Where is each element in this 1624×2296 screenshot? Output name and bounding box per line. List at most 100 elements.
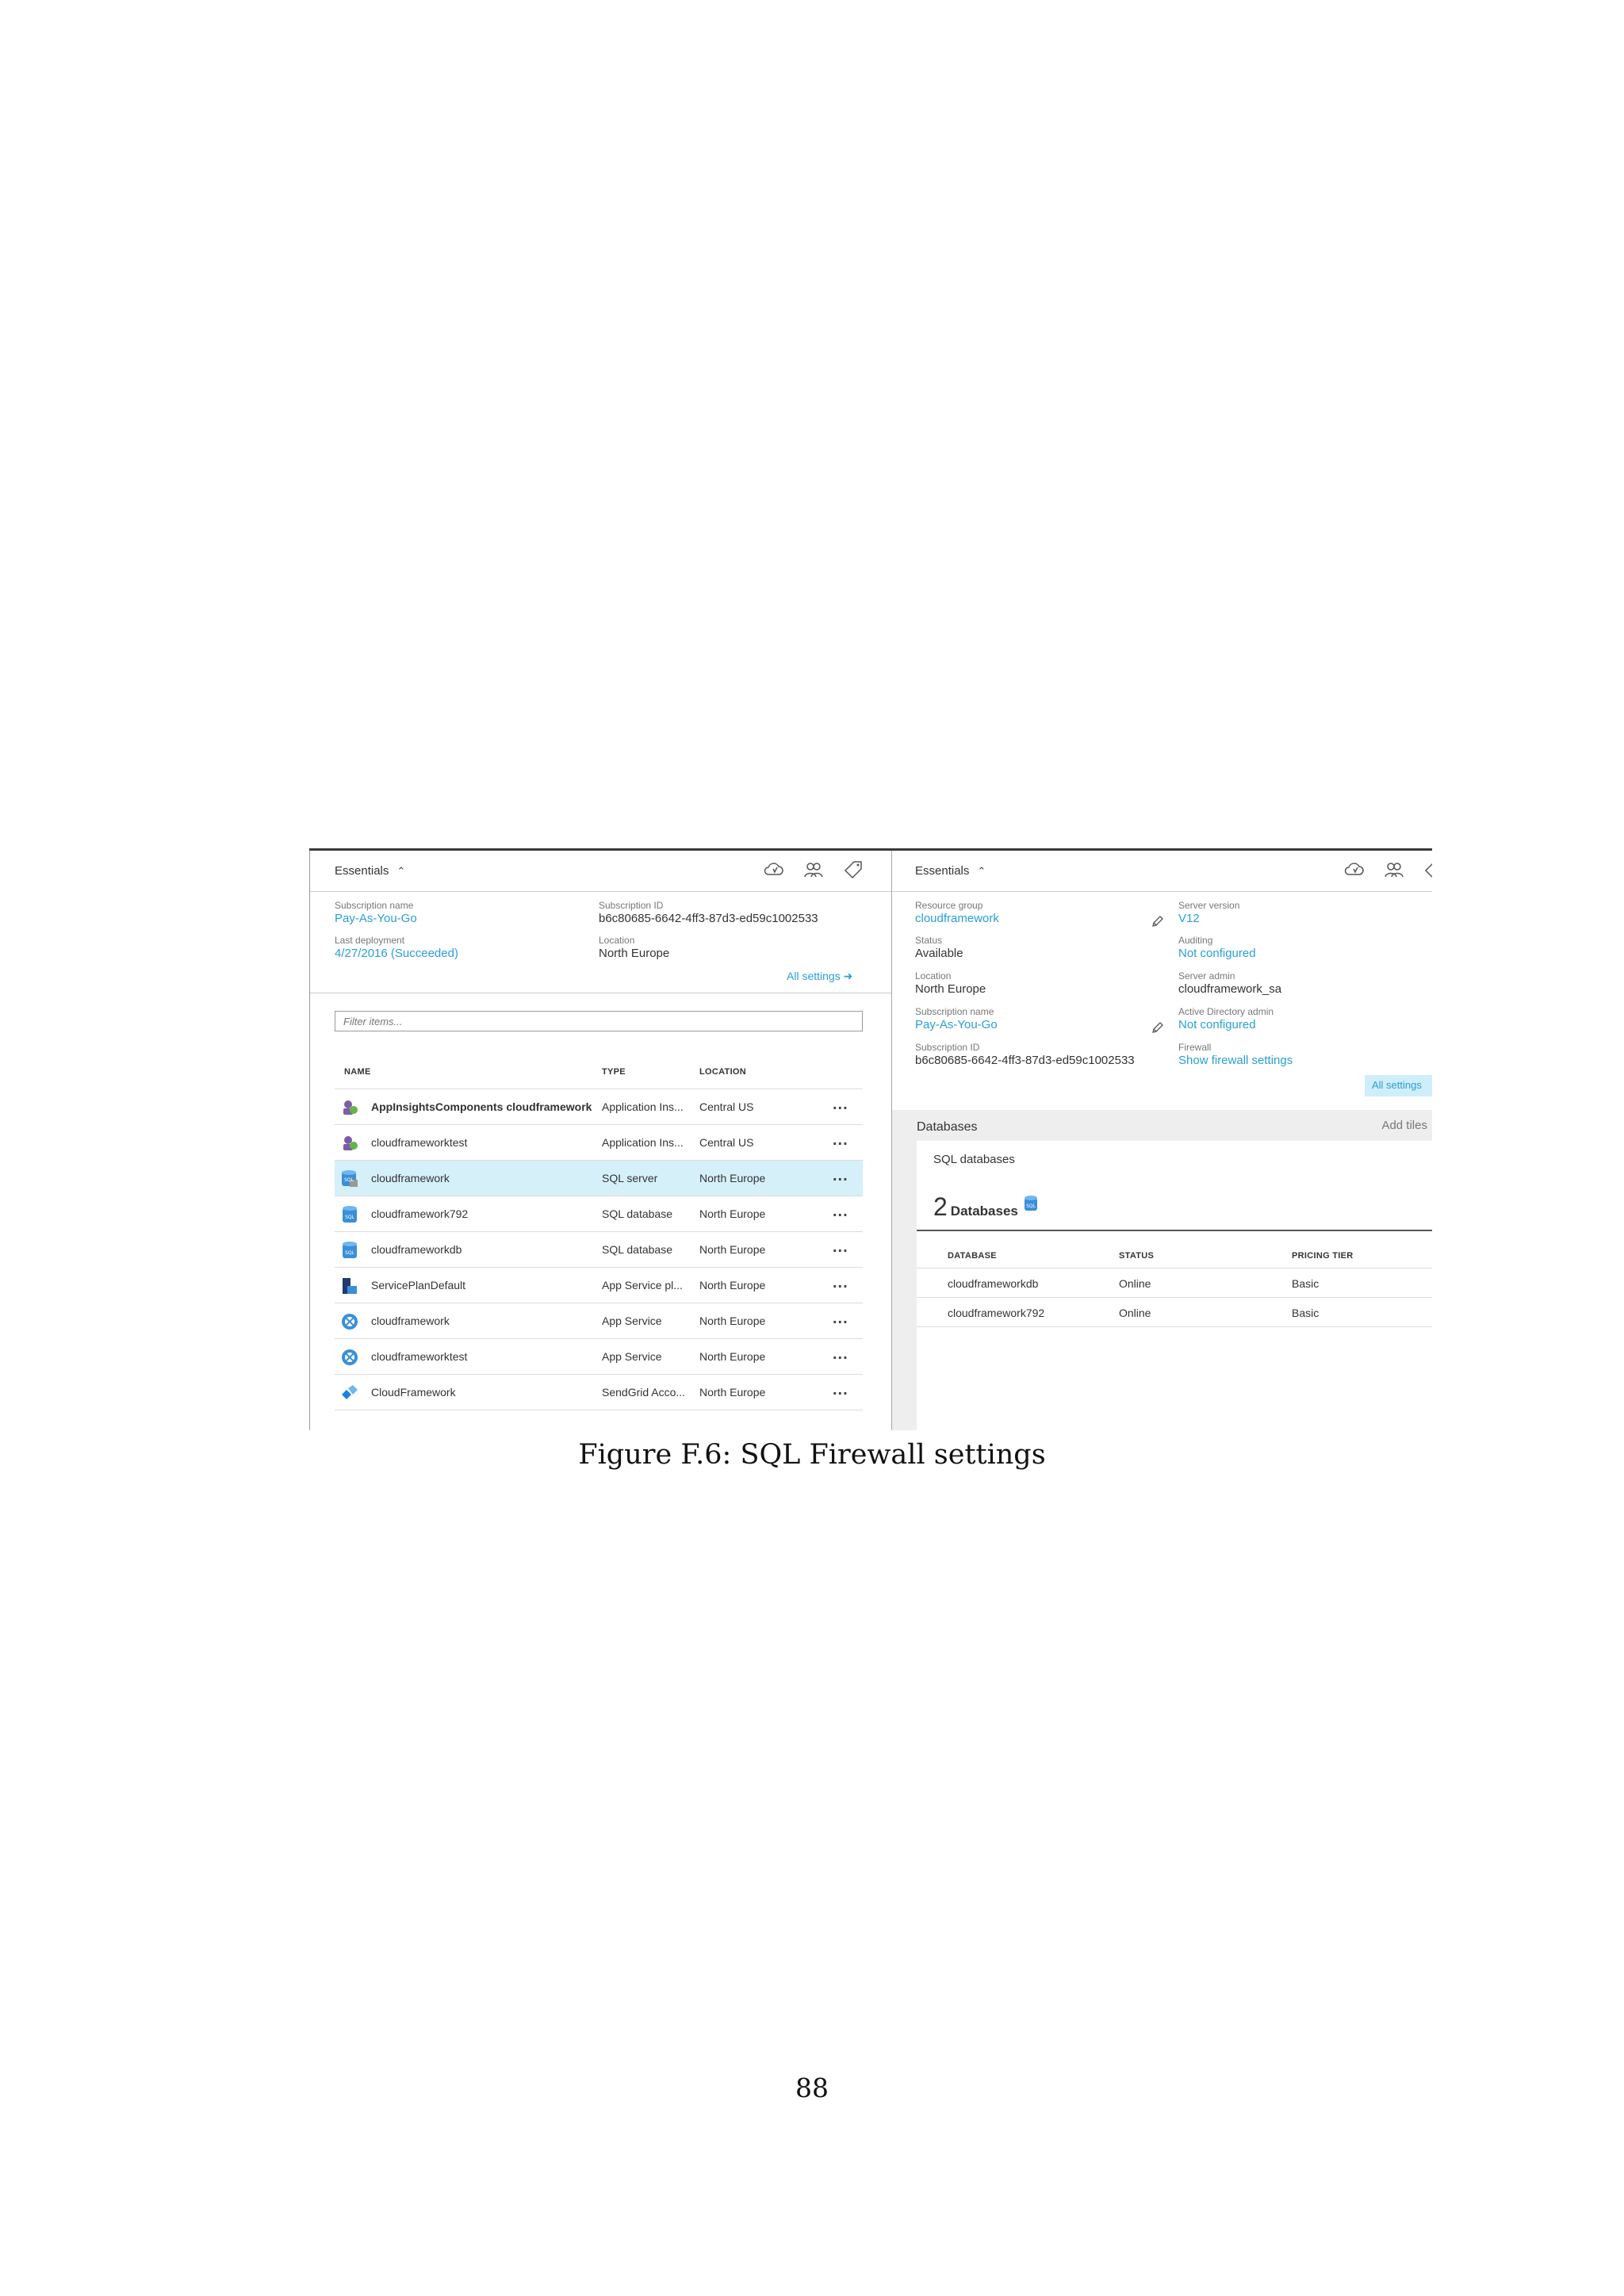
essentials-label: Essentials [335,864,389,878]
server-version-link[interactable]: V12 [1178,912,1200,925]
row-name[interactable]: AppInsightsComponents cloudframework [371,1100,592,1113]
table-row[interactable]: cloudframework App Service North Europe... [335,1303,863,1338]
row-location: Central US [699,1100,754,1113]
row-name[interactable]: cloudframeworktest [371,1136,467,1149]
table-row[interactable]: AppInsightsComponents cloudframework Appl… [335,1089,863,1124]
show-firewall-settings-link[interactable]: Show firewall settings [1178,1054,1293,1067]
app-insights-icon [340,1134,359,1153]
last-deployment-link[interactable]: 4/27/2016 (Succeeded) [335,947,458,960]
essentials-title[interactable]: Essentials ⌃ [915,864,986,878]
table-row[interactable]: ServicePlanDefault App Service pl... North… [335,1267,863,1303]
more-options-button[interactable]: ... [833,1167,848,1185]
sql-databases-tile[interactable]: SQL databases 2 Databases SQL DATABASE STA… [917,1141,1432,1430]
column-header-type[interactable]: TYPE [602,1067,626,1077]
essentials-header[interactable]: Essentials ⌃ [892,851,1432,892]
subscription-name-link[interactable]: Pay-As-You-Go [335,912,417,925]
users-icon[interactable] [1383,859,1405,881]
row-name[interactable]: cloudframework792 [371,1207,468,1220]
users-icon[interactable] [802,859,825,881]
row-location: North Europe [699,1207,766,1220]
column-header-database[interactable]: DATABASE [948,1251,997,1261]
location-label: Location [599,935,635,946]
row-type: SQL server [602,1172,658,1184]
essentials-title[interactable]: Essentials ⌃ [335,864,405,878]
table-row[interactable]: SQL cloudframeworkdb SQL database North Eur… [335,1231,863,1267]
row-type: App Service [602,1314,662,1327]
row-name[interactable]: cloudframeworktest [371,1350,467,1363]
row-location: North Europe [699,1386,766,1399]
auditing-label: Auditing [1178,935,1213,946]
subscription-id-value: b6c80685-6642-4ff3-87d3-ed59c1002533 [599,912,818,925]
app-service-plan-icon [340,1276,359,1295]
ad-admin-label: Active Directory admin [1178,1006,1274,1017]
cloud-deploy-icon[interactable] [1343,859,1365,881]
table-top-border [917,1230,1432,1231]
auditing-link[interactable]: Not configured [1178,947,1256,960]
database-status: Online [1119,1277,1151,1290]
table-row[interactable]: SQL cloudframework792 SQL database North Eu… [335,1196,863,1231]
row-name[interactable]: ServicePlanDefault [371,1279,465,1292]
tag-icon[interactable] [1423,859,1432,881]
table-row[interactable]: cloudframework792 Online Basic [917,1298,1432,1327]
arrow-right-icon: ➜ [843,970,853,982]
sql-database-icon: SQL [340,1241,359,1260]
pencil-icon[interactable] [1151,1020,1165,1035]
table-row[interactable]: SQL cloudframework SQL server North Europe.… [335,1160,863,1196]
row-location: North Europe [699,1243,766,1256]
all-settings-link[interactable]: All settings ➜ [787,970,852,983]
table-row[interactable]: cloudframeworktest App Service North Europ… [335,1338,863,1374]
svg-text:SQL: SQL [344,1177,354,1183]
table-row[interactable]: CloudFramework SendGrid Acco... North Euro… [335,1374,863,1410]
pencil-icon[interactable] [1151,914,1165,928]
more-options-button[interactable]: ... [833,1381,848,1399]
row-location: North Europe [699,1350,766,1363]
row-divider [917,1326,1432,1327]
server-admin-label: Server admin [1178,970,1235,982]
column-header-location[interactable]: LOCATION [699,1067,746,1077]
essentials-header[interactable]: Essentials ⌃ [310,851,891,892]
sql-database-icon: SQL [1024,1196,1037,1211]
more-options-button[interactable]: ... [833,1096,848,1114]
add-tiles-link[interactable]: Add tiles [1381,1119,1427,1132]
row-name[interactable]: cloudframeworkdb [371,1243,462,1256]
resource-group-label: Resource group [915,900,983,911]
more-options-button[interactable]: ... [833,1131,848,1150]
table-row[interactable]: cloudframeworktest Application Ins... Cent… [335,1124,863,1160]
tag-icon[interactable] [842,859,864,881]
database-status: Online [1119,1307,1151,1319]
resource-group-link[interactable]: cloudframework [915,912,999,925]
all-settings-button[interactable]: All settings [1365,1075,1432,1096]
database-count: 2 Databases SQL [933,1192,1039,1222]
subscription-name-link[interactable]: Pay-As-You-Go [915,1018,998,1031]
row-name[interactable]: CloudFramework [371,1386,456,1399]
cloud-deploy-icon[interactable] [763,859,785,881]
more-options-button[interactable]: ... [833,1274,848,1292]
column-header-name[interactable]: NAME [344,1067,371,1077]
app-service-icon [340,1312,359,1331]
column-header-status[interactable]: STATUS [1119,1251,1154,1261]
row-type: Application Ins... [602,1136,684,1149]
database-pricing-tier: Basic [1292,1277,1320,1290]
server-version-label: Server version [1178,900,1240,911]
more-options-button[interactable]: ... [833,1345,848,1364]
table-row[interactable]: cloudframeworkdb Online Basic [917,1269,1432,1298]
filter-input[interactable] [335,1011,863,1031]
row-type: Application Ins... [602,1100,684,1113]
row-name[interactable]: cloudframework [371,1314,450,1327]
row-type: SQL database [602,1243,672,1256]
row-type: SendGrid Acco... [602,1386,686,1399]
more-options-button[interactable]: ... [833,1310,848,1328]
row-location: North Europe [699,1314,766,1327]
column-header-pricing-tier[interactable]: PRICING TIER [1292,1251,1354,1261]
server-admin-value: cloudframework_sa [1178,982,1282,996]
more-options-button[interactable]: ... [833,1238,848,1257]
database-count-label: Databases [950,1203,1018,1219]
figure-screenshot: Essentials ⌃ Subscription name Pay-As-You… [309,848,1432,1430]
row-name[interactable]: cloudframework [371,1172,450,1184]
location-value: North Europe [599,947,670,960]
status-label: Status [915,935,943,946]
resource-group-blade: Essentials ⌃ Subscription name Pay-As-You… [309,851,893,1430]
more-options-button[interactable]: ... [833,1203,848,1221]
page-number: 88 [795,2072,829,2103]
ad-admin-link[interactable]: Not configured [1178,1018,1256,1031]
